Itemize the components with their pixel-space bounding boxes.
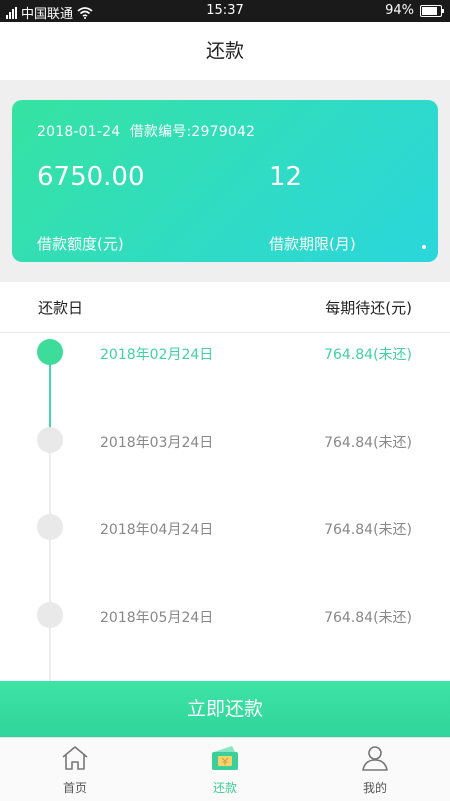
tab-repay[interactable]: 还款 <box>150 738 300 801</box>
home-icon <box>62 746 88 770</box>
profile-icon <box>362 746 388 771</box>
installment-amount: 764.84(未还) <box>324 435 412 451</box>
timeline-line <box>49 453 51 681</box>
tab-profile[interactable]: 我的 <box>300 738 450 801</box>
repay-icon <box>212 746 238 770</box>
tab-home[interactable]: 首页 <box>0 738 150 801</box>
col-due-date: 还款日 <box>38 299 84 317</box>
installment-amount: 764.84(未还) <box>324 522 412 538</box>
installment-date: 2018年04月24日 <box>100 522 214 538</box>
loan-meta: 2018-01-24 借款编号:2979042 <box>37 121 255 141</box>
list-item[interactable]: 2018年05月24日 764.84(未还) <box>0 599 450 629</box>
list-item[interactable]: 2018年03月24日 764.84(未还) <box>0 424 450 454</box>
col-amount-due: 每期待还(元) <box>325 299 412 317</box>
schedule-header: 还款日 每期待还(元) <box>0 282 450 333</box>
tab-home-label: 首页 <box>62 781 87 795</box>
repayment-timeline: 2018年02月24日 764.84(未还) 2018年03月24日 764.8… <box>0 333 450 681</box>
page-title: 还款 <box>0 22 450 80</box>
installment-amount: 764.84(未还) <box>324 347 412 363</box>
loan-amount: 6750.00 <box>37 162 145 192</box>
tab-bar: 首页 还款 我的 <box>0 737 450 801</box>
timeline-node <box>37 427 63 453</box>
page-indicator-dot <box>422 245 426 249</box>
loan-date: 2018-01-24 <box>37 124 121 140</box>
status-bar: 中国联通 15:37 94% <box>0 0 450 22</box>
battery-percent: 94% <box>385 3 414 18</box>
installment-date: 2018年02月24日 <box>100 347 214 363</box>
installment-amount: 764.84(未还) <box>324 610 412 626</box>
loan-term: 12 <box>269 162 303 192</box>
timeline-node-current <box>37 339 63 365</box>
tab-profile-label: 我的 <box>362 781 387 795</box>
battery-icon <box>420 4 444 17</box>
repay-now-button[interactable]: 立即还款 <box>0 681 450 737</box>
list-item[interactable]: 2018年04月24日 764.84(未还) <box>0 511 450 541</box>
installment-date: 2018年05月24日 <box>100 610 214 626</box>
loan-term-label: 借款期限(月) <box>269 235 356 253</box>
loan-amount-label: 借款额度(元) <box>37 235 124 253</box>
installment-date: 2018年03月24日 <box>100 435 214 451</box>
timeline-node <box>37 514 63 540</box>
loan-card: 2018-01-24 借款编号:2979042 6750.00 12 借款额度(… <box>12 100 438 262</box>
timeline-node <box>37 602 63 628</box>
clock: 15:37 <box>206 3 244 18</box>
loan-number: 借款编号:2979042 <box>129 124 256 140</box>
tab-repay-label: 还款 <box>212 781 237 795</box>
list-item[interactable]: 2018年02月24日 764.84(未还) <box>0 336 450 366</box>
